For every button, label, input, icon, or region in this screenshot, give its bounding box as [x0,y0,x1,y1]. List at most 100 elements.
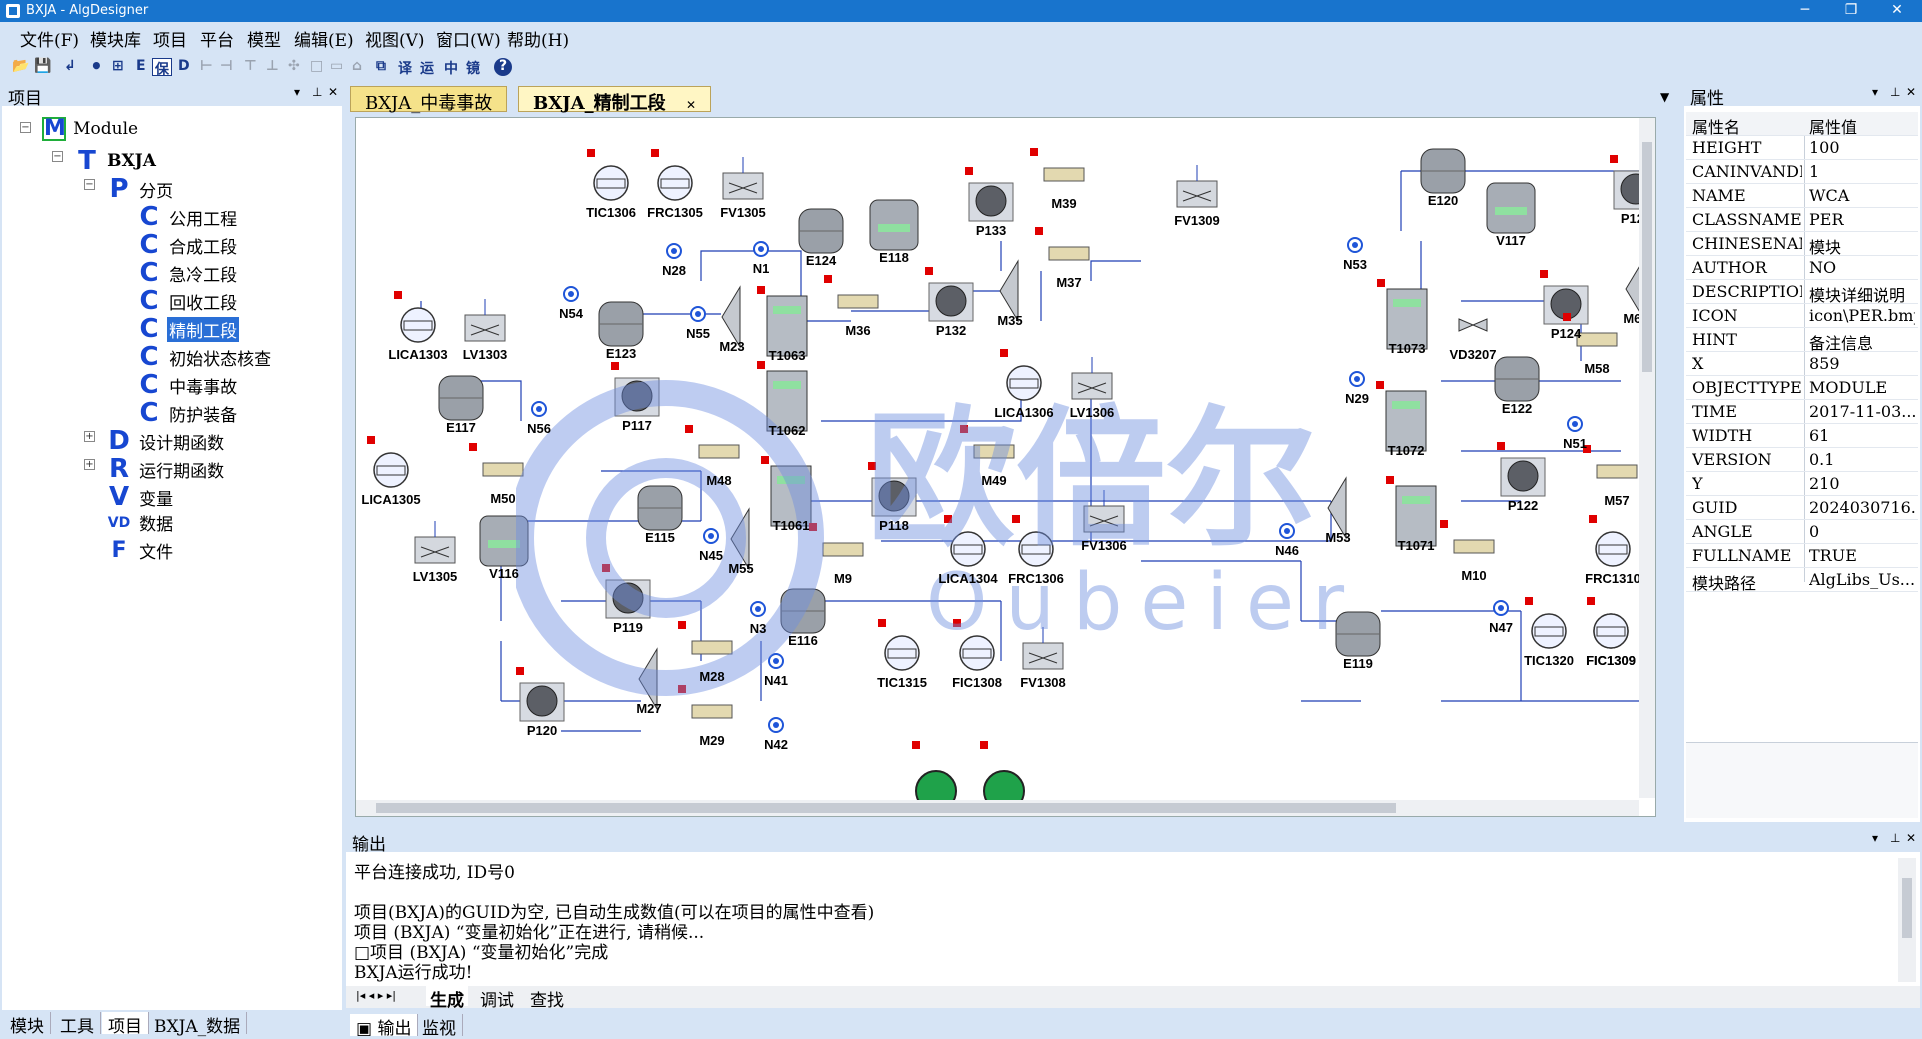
tab-modules[interactable]: 模块 [4,1012,51,1037]
equipment-label[interactable]: V117 [1496,233,1526,248]
e-button[interactable]: E [136,58,146,76]
tree-item-protective[interactable]: C 防护装备 [136,398,239,428]
splitter-icon[interactable] [730,507,750,571]
equipment-label[interactable]: M57 [1604,493,1629,508]
align-bottom-icon[interactable]: ⊥ [266,58,279,76]
property-row[interactable]: FULLNAME TRUE [1686,544,1918,568]
equipment-label[interactable]: M48 [706,473,731,488]
pump-icon[interactable] [868,462,917,517]
property-row[interactable]: CANINVANDROT 1 [1686,160,1918,184]
tree-item-files[interactable]: F 文件 [106,538,175,563]
property-row[interactable]: 模块路径 AlgLibs_Us... [1686,568,1918,593]
tab-nav-icons[interactable]: |◂ ◂ ▸ ▸| [352,989,400,1009]
node-icon[interactable] [666,243,682,259]
pump-icon[interactable] [965,167,1014,222]
property-value[interactable]: MODULE [1809,378,1915,397]
menu-help[interactable]: 帮助(H) [507,26,569,51]
splitter-icon[interactable] [638,647,658,711]
menu-edit[interactable]: 编辑(E) [294,26,354,51]
equipment-label[interactable]: FV1309 [1174,213,1220,228]
property-row[interactable]: Y 210 [1686,472,1918,496]
equipment-label[interactable]: M9 [834,571,852,586]
pid-controller-icon[interactable] [1587,597,1629,649]
tree-item-poisoning[interactable]: C 中毒事故 [136,370,239,400]
tank-icon[interactable] [1486,182,1536,234]
property-value[interactable]: icon\PER.bmp [1809,306,1915,325]
pane-close-icon[interactable]: ✕ [328,85,338,99]
node-icon[interactable] [1349,371,1365,387]
tree-item-initial-check[interactable]: C 初始状态核查 [136,342,273,372]
equipment-label[interactable]: N55 [686,326,710,341]
equipment-label[interactable]: M23 [719,339,744,354]
equipment-label[interactable]: TIC1315 [877,675,927,690]
property-value[interactable]: WCA [1809,186,1915,205]
heat-exchanger-icon[interactable] [798,208,844,254]
pid-controller-icon[interactable] [953,619,995,671]
tower-icon[interactable] [761,456,812,527]
node-icon[interactable] [1493,600,1509,616]
tower-icon[interactable] [757,361,808,432]
tree-item-quench[interactable]: C 急冷工段 [136,258,239,288]
equipment-label[interactable]: M37 [1056,275,1081,290]
tank-icon[interactable] [869,199,919,251]
heat-exchanger-icon[interactable] [598,301,644,347]
heat-exchanger-icon[interactable] [1494,356,1540,402]
property-row[interactable]: DESCRIPTION 模块详细说明 [1686,280,1918,305]
equipment-label[interactable]: N47 [1489,620,1513,635]
property-value[interactable]: 0.1 [1809,450,1915,469]
equipment-label[interactable]: FRC1305 [647,205,703,220]
equipment-label[interactable]: N28 [662,263,686,278]
pin-icon[interactable]: ⊥ [312,85,322,99]
pump-icon[interactable] [602,564,651,619]
tree-item-pages[interactable]: − P 分页 [84,174,175,204]
horizontal-scroll-thumb[interactable] [376,803,1396,813]
mirror-button[interactable]: 镜 [466,58,480,77]
pump-icon[interactable] [925,267,974,322]
control-valve-icon[interactable] [1083,490,1125,533]
pump-icon[interactable] [611,362,660,417]
equipment-label[interactable]: N51 [1563,436,1587,451]
pane-close-icon[interactable]: ✕ [1906,85,1916,99]
property-value[interactable]: 1 [1809,162,1915,181]
property-row[interactable]: CHINESENAME 模块 [1686,232,1918,257]
equipment-label[interactable]: E122 [1502,401,1532,416]
control-valve-icon[interactable] [464,299,506,342]
node-icon[interactable] [563,286,579,302]
collapse-icon[interactable]: − [84,179,95,190]
tree-item-data[interactable]: VD 数据 [106,510,175,536]
control-valve-icon[interactable] [722,157,764,200]
equipment-label[interactable]: P120 [527,723,557,738]
mixer-icon[interactable] [824,275,879,309]
property-row[interactable]: CLASSNAME PER [1686,208,1918,232]
property-row[interactable]: X 859 [1686,352,1918,376]
mixer-icon[interactable] [1440,520,1495,554]
pid-controller-icon[interactable] [651,149,693,201]
property-row[interactable]: TIME 2017-11-03... [1686,400,1918,424]
node-icon[interactable] [768,653,784,669]
property-value[interactable]: NO [1809,258,1915,277]
tree-item-design-functions[interactable]: + D 设计期函数 [84,426,226,456]
copy-icon[interactable]: ⧉ [376,58,386,76]
equipment-label[interactable]: M49 [981,473,1006,488]
equipment-label[interactable]: T1061 [773,518,810,533]
equipment-label[interactable]: FV1305 [720,205,766,220]
menu-module-library[interactable]: 模块库 [90,26,141,51]
equipment-label[interactable]: E116 [788,633,818,648]
vertical-scroll-thumb[interactable] [1642,142,1652,372]
middle-button[interactable]: 中 [444,58,458,77]
pid-controller-icon[interactable] [367,436,409,488]
equipment-label[interactable]: LICA1303 [388,347,447,362]
doc-dropdown-icon[interactable]: ▼ [1660,90,1669,104]
equipment-label[interactable]: LICA1304 [938,571,997,586]
tab-find[interactable]: 查找 [526,986,568,1011]
equipment-label[interactable]: FV1308 [1020,675,1066,690]
equipment-label[interactable]: P124 [1551,326,1581,341]
horizontal-scrollbar[interactable] [356,800,1639,816]
property-row[interactable]: NAME WCA [1686,184,1918,208]
tower-icon[interactable] [1377,279,1428,350]
equipment-label[interactable]: N3 [750,621,767,636]
rect-icon[interactable]: ▭ [330,58,343,76]
property-row[interactable]: ANGLE 0 [1686,520,1918,544]
save-mode-button[interactable]: 保 [152,58,172,78]
grid-icon[interactable]: ⊞ [112,58,124,76]
